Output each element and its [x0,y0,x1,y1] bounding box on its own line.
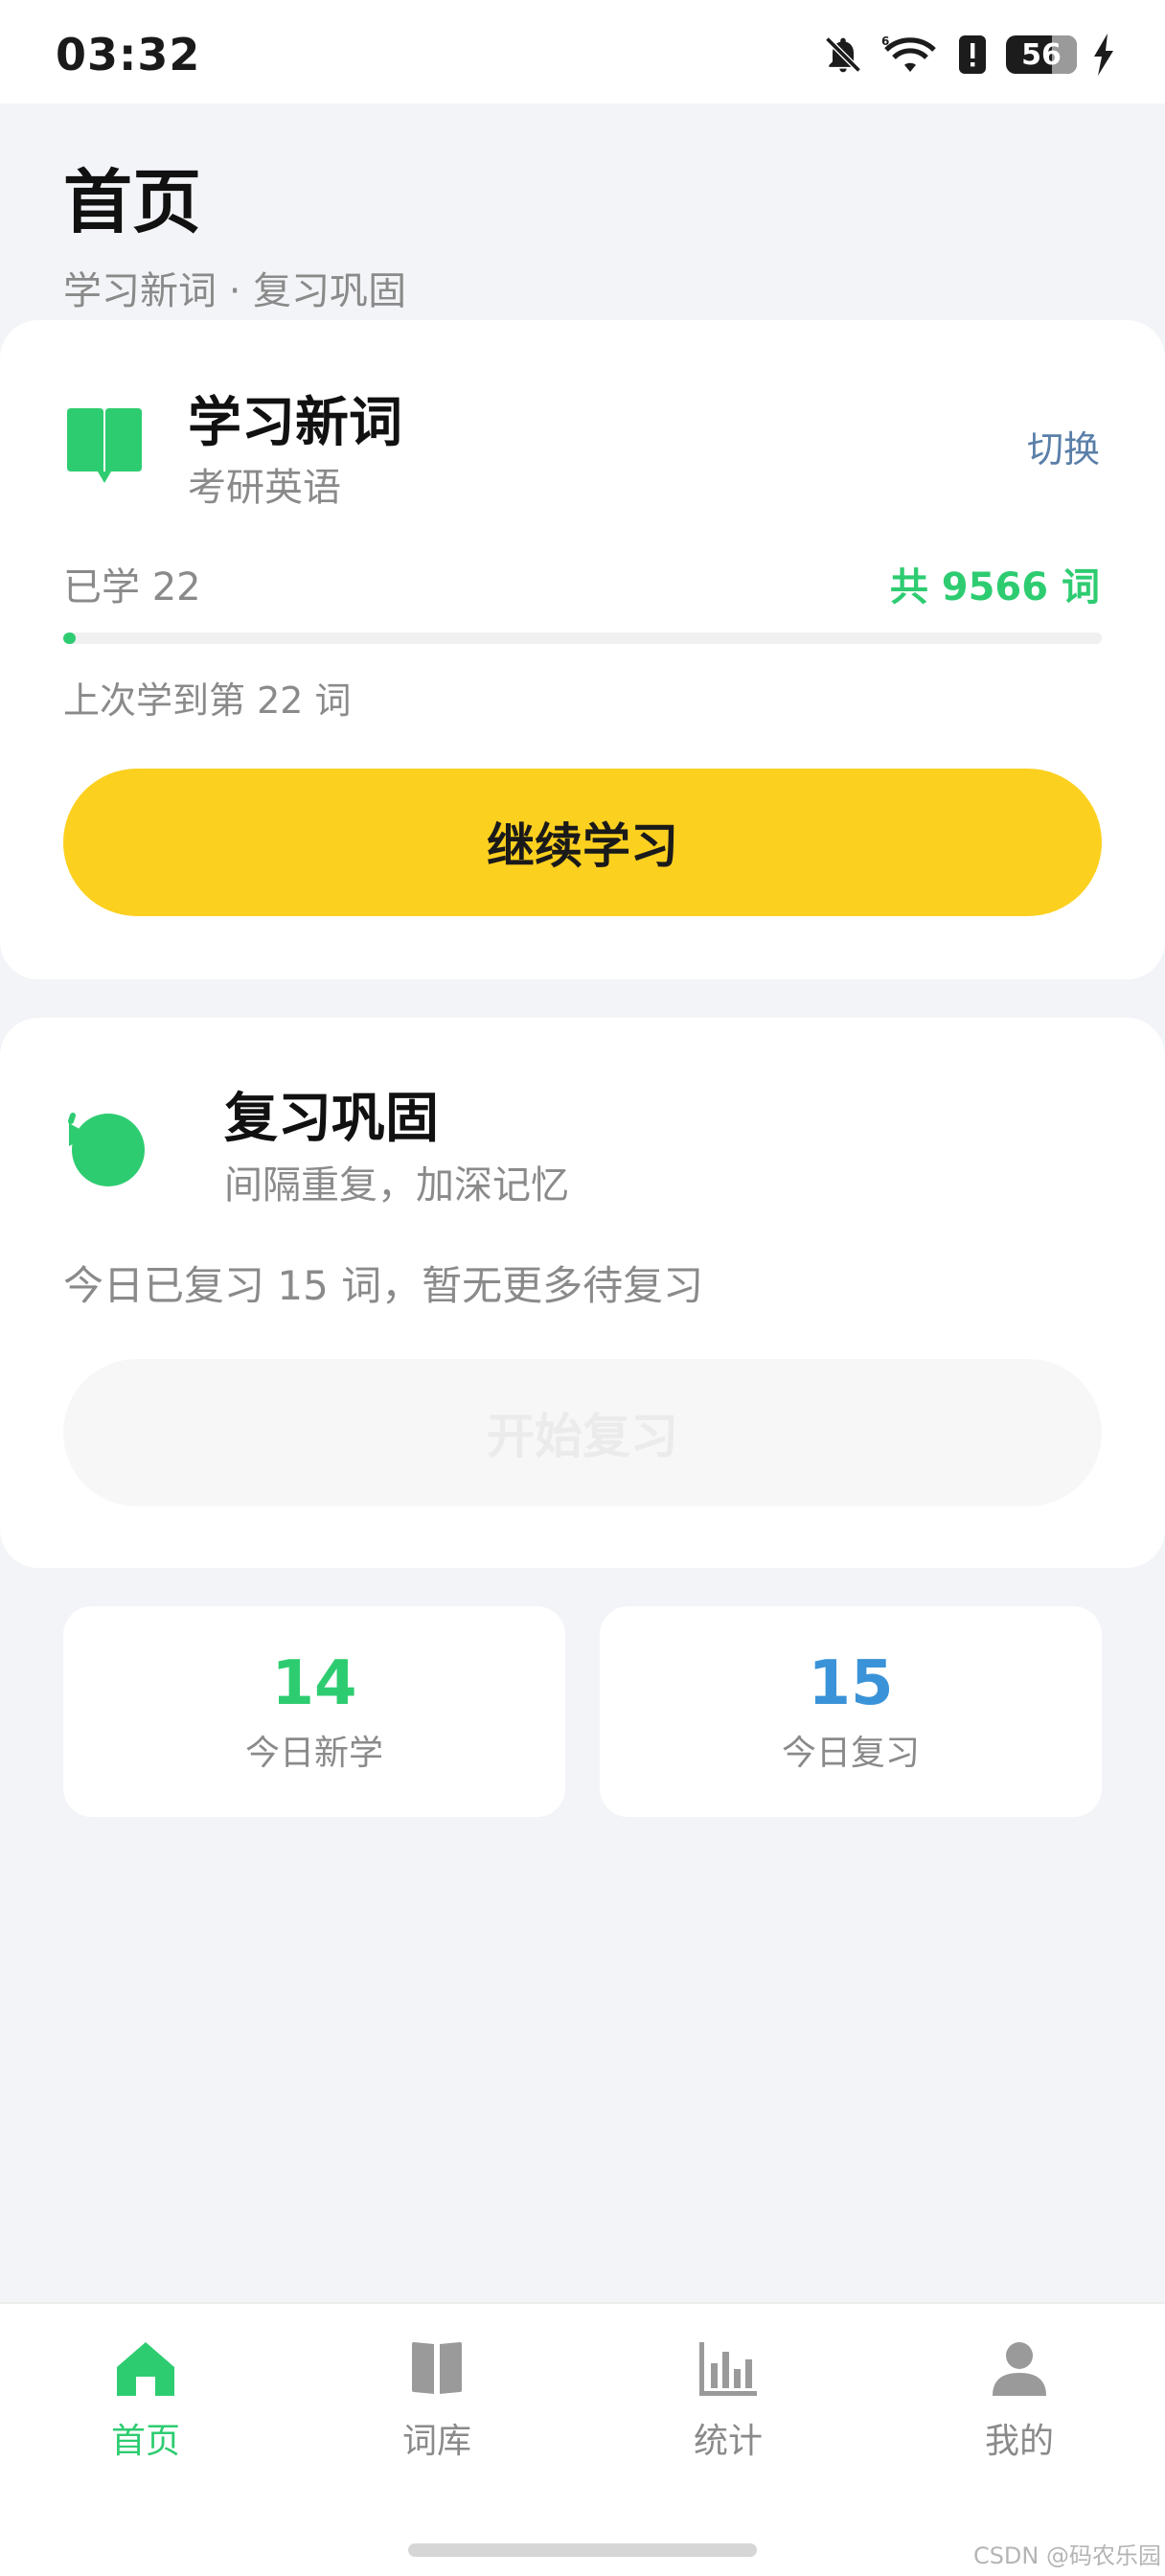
review-today-label: 今日复习 [781,1734,920,1773]
new-today-count: 14 [271,1648,357,1719]
refresh-icon [68,1113,145,1186]
new-today-label: 今日新学 [244,1734,383,1773]
svg-text:6: 6 [881,34,889,48]
switch-wordbook-button[interactable]: 切换 [1027,420,1100,472]
bell-off-icon [825,36,861,73]
tab-label: 统计 [693,2422,763,2461]
alert-icon [959,35,986,74]
bottom-tab-bar: 首页 词库 统计 我的 [0,2302,1165,2490]
battery-icon: 56 [1006,35,1077,74]
start-review-button[interactable]: 开始复习 [63,1359,1102,1506]
tab-label: 我的 [984,2422,1054,2461]
learn-progress-fill [63,632,76,644]
tab-wordbank[interactable]: 词库 [360,2340,514,2463]
learn-progress-bar [63,632,1102,644]
learned-count: 已学 22 [63,565,201,610]
tab-label: 词库 [401,2422,471,2461]
page-title: 首页 [63,162,202,242]
tab-home[interactable]: 首页 [69,2340,222,2463]
wifi-icon: 6 [881,34,936,72]
open-book-icon [67,408,142,483]
last-position-text: 上次学到第 22 词 [63,679,352,722]
battery-level: 56 [1021,37,1062,72]
tab-statistics[interactable]: 统计 [651,2340,805,2463]
stat-review-today: 15 今日复习 [600,1606,1102,1817]
learn-new-words-card: 学习新词 考研英语 切换 已学 22 共 9566 词 上次学到第 22 词 继… [0,320,1165,979]
total-words: 共 9566 词 [889,565,1100,610]
review-card-title: 复习巩固 [224,1088,439,1150]
page-header: 首页 学习新词 · 复习巩固 [63,146,406,315]
home-indicator[interactable] [408,2543,757,2557]
home-icon [117,2342,174,2396]
continue-learning-button[interactable]: 继续学习 [63,769,1102,916]
watermark: CSDN @码农乐园 [972,2542,1161,2569]
status-icons: 6 56 [822,31,1115,79]
gesture-area: CSDN @码农乐园 [0,2490,1165,2576]
stat-new-today: 14 今日新学 [63,1606,565,1817]
book-icon [412,2342,462,2394]
wordbook-name: 考研英语 [188,466,341,510]
person-icon [993,2342,1046,2396]
review-card: 复习巩固 间隔重复，加深记忆 今日已复习 15 词，暂无更多待复习 开始复习 [0,1018,1165,1568]
tab-profile[interactable]: 我的 [943,2340,1096,2463]
review-card-subtitle: 间隔重复，加深记忆 [224,1163,569,1208]
review-status-text: 今日已复习 15 词，暂无更多待复习 [63,1262,704,1309]
learn-card-title: 学习新词 [188,392,402,454]
status-time: 03:32 [56,29,201,80]
charging-icon [1094,34,1113,76]
review-today-count: 15 [808,1648,894,1719]
status-bar: 03:32 6 56 [0,0,1165,104]
bar-chart-icon [699,2342,757,2396]
page-subtitle: 学习新词 · 复习巩固 [63,269,407,313]
tab-label: 首页 [110,2422,180,2461]
